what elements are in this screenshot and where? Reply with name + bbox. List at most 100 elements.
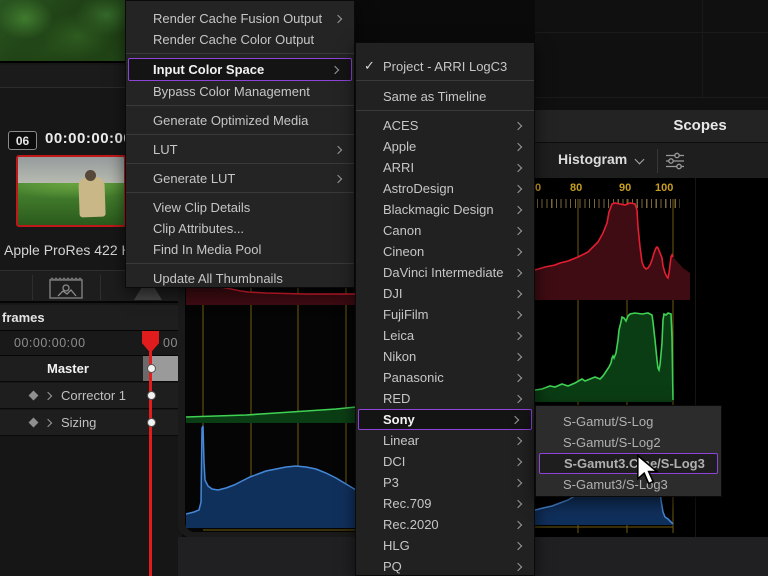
thumbnail-sky [18,157,124,183]
menu-item-bypass-color-management[interactable]: Bypass Color Management [126,81,354,102]
menu-item-leica[interactable]: Leica [356,325,534,346]
input-color-space-submenu: ✓ Project - ARRI LogC3 Same as Timeline A… [355,42,535,576]
expand-chevron-icon[interactable] [43,418,53,427]
video-frame-thumbnail[interactable] [0,0,125,63]
panel-seam [535,32,768,33]
chevron-right-icon [513,499,523,508]
keyframe-dot-master[interactable] [147,364,156,373]
chevron-right-icon [510,415,520,424]
clip-context-menu: Render Cache Fusion Output Render Cache … [125,0,355,288]
chevron-right-icon [513,142,523,151]
chevron-right-icon [513,436,523,445]
keyframes-title: frames [2,310,45,325]
scope-toolbar: Histogram [535,143,768,178]
chevron-right-icon [330,65,340,74]
menu-item-apple[interactable]: Apple [356,136,534,157]
expand-chevron-icon[interactable] [43,391,53,400]
menu-item-hlg[interactable]: HLG [356,535,534,556]
menu-item-sgamut-slog2[interactable]: S-Gamut/S-Log2 [536,432,721,453]
keyframes-header: frames [0,305,182,331]
menu-item-canon[interactable]: Canon [356,220,534,241]
toolbar-divider [100,275,101,300]
menu-item-lut[interactable]: LUT [126,139,354,160]
menu-item-dci[interactable]: DCI [356,451,534,472]
menu-item-clip-attributes[interactable]: Clip Attributes... [126,218,354,239]
menu-item-davinci-intermediate[interactable]: DaVinci Intermediate [356,262,534,283]
thumbnail-person [78,176,107,218]
chevron-right-icon [513,352,523,361]
menu-item-blackmagic-design[interactable]: Blackmagic Design [356,199,534,220]
menu-item-project-arri-logc3[interactable]: ✓ Project - ARRI LogC3 [356,55,534,77]
menu-item-find-in-media-pool[interactable]: Find In Media Pool [126,239,354,260]
chevron-down-icon[interactable] [634,154,645,165]
clip-timecode: 00:00:00:00 [45,130,133,147]
scope-mode-dropdown[interactable]: Histogram [558,151,627,167]
chevron-right-icon [513,520,523,529]
chevron-right-icon [513,373,523,382]
menu-item-arri[interactable]: ARRI [356,157,534,178]
menu-item-generate-lut[interactable]: Generate LUT [126,168,354,189]
menu-item-update-all-thumbnails[interactable]: Update All Thumbnails [126,268,354,289]
menu-item-p3[interactable]: P3 [356,472,534,493]
menu-separator [126,163,354,164]
track-label: Master [47,361,89,376]
sony-color-space-submenu: S-Gamut/S-Log S-Gamut/S-Log2 S-Gamut3.Ci… [535,405,722,497]
toolbar-divider [32,275,33,300]
chevron-right-icon [513,289,523,298]
panel-seam [535,97,768,98]
chevron-right-icon [513,478,523,487]
menu-item-input-color-space[interactable]: Input Color Space [128,58,352,81]
menu-separator [356,80,534,81]
stills-icon[interactable] [48,276,84,300]
chevron-right-icon [513,247,523,256]
menu-item-fujifilm[interactable]: FujiFilm [356,304,534,325]
menu-item-red[interactable]: RED [356,388,534,409]
menu-separator [126,192,354,193]
menu-item-panasonic[interactable]: Panasonic [356,367,534,388]
keyframe-dot-sizing[interactable] [147,418,156,427]
clip-number-badge: 06 [8,131,37,150]
chevron-right-icon [513,268,523,277]
menu-item-sgamut3cine-slog3[interactable]: S-Gamut3.Cine/S-Log3 [539,453,718,474]
menu-item-astrodesign[interactable]: AstroDesign [356,178,534,199]
checkmark-icon: ✓ [364,58,375,73]
clip-codec-label: Apple ProRes 422 HQ [4,242,125,258]
menu-separator [126,134,354,135]
menu-item-aces[interactable]: ACES [356,115,534,136]
selected-clip-thumbnail[interactable] [16,155,126,227]
menu-item-dji[interactable]: DJI [356,283,534,304]
menu-item-nikon[interactable]: Nikon [356,346,534,367]
keyframe-dot-corrector1[interactable] [147,391,156,400]
chevron-right-icon [513,163,523,172]
upper-right-panel [535,0,768,110]
diamond-icon [28,417,39,428]
menu-item-render-cache-fusion-output[interactable]: Render Cache Fusion Output [126,8,354,29]
menu-separator [126,263,354,264]
menu-item-cineon[interactable]: Cineon [356,241,534,262]
thumbnail-field [18,182,124,225]
menu-item-view-clip-details[interactable]: View Clip Details [126,197,354,218]
chevron-right-icon [513,541,523,550]
menu-item-pq[interactable]: PQ [356,556,534,576]
track-label: Corrector 1 [61,388,127,403]
menu-item-sgamut-slog[interactable]: S-Gamut/S-Log [536,411,721,432]
chevron-right-icon [513,310,523,319]
menu-item-rec709[interactable]: Rec.709 [356,493,534,514]
menu-item-linear[interactable]: Linear [356,430,534,451]
scopes-titlebar: Scopes [535,110,768,143]
keyframes-timecode: 00:00:00:00 [14,336,86,350]
menu-item-sgamut3-slog3[interactable]: S-Gamut3/S-Log3 [536,474,721,495]
scope-settings-icon[interactable] [664,151,686,171]
davinci-resolve-color-page: 06 00:00:00:00 Apple ProRes 422 HQ frame… [0,0,768,576]
chevron-right-icon [333,145,343,154]
menu-item-generate-optimized-media[interactable]: Generate Optimized Media [126,110,354,131]
menu-item-sony[interactable]: Sony [358,409,532,430]
chevron-right-icon [513,205,523,214]
thumbnail-person-head [84,169,96,181]
toolbar-divider [657,149,658,173]
track-label: Sizing [61,415,97,430]
menu-item-rec2020[interactable]: Rec.2020 [356,514,534,535]
menu-item-render-cache-color-output[interactable]: Render Cache Color Output [126,29,354,50]
chevron-right-icon [513,562,523,571]
menu-item-same-as-timeline[interactable]: Same as Timeline [356,85,534,107]
